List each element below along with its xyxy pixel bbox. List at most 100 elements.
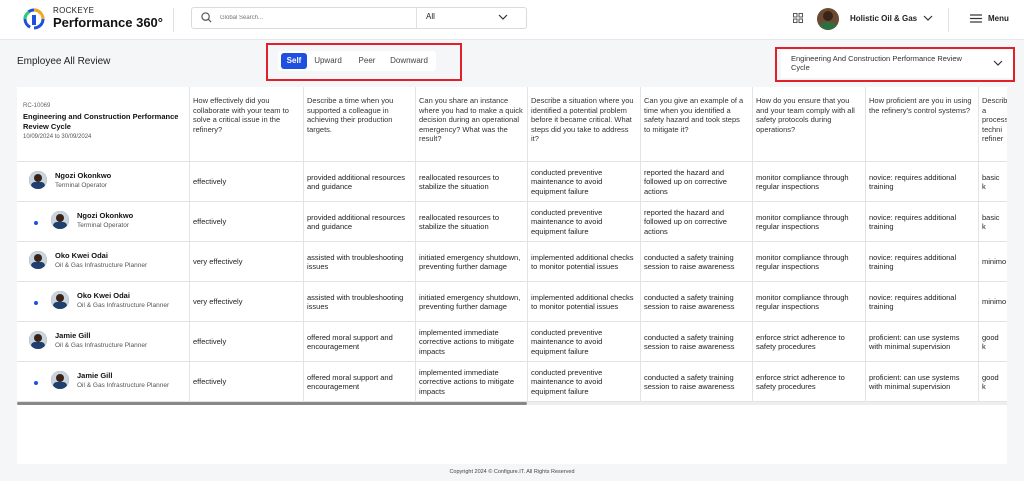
search-scope-select[interactable]: All bbox=[426, 12, 435, 21]
answer-cell: effectively bbox=[189, 362, 303, 402]
table-header: RC-10069 Engineering and Construction Pe… bbox=[17, 87, 1007, 162]
table-row[interactable]: Jamie Gill Oil & Gas Infrastructure Plann… bbox=[17, 322, 1007, 362]
employee-cell[interactable]: Oko Kwei Odai Oil & Gas Infrastructure Pl… bbox=[17, 242, 189, 282]
employee-role: Terminal Operator bbox=[77, 222, 130, 229]
answer-cell: minimo bbox=[978, 242, 1007, 282]
answer-cell: novice: requires additional training bbox=[865, 242, 978, 282]
employee-cell[interactable]: Ngozi Okonkwo Terminal Operator bbox=[17, 162, 189, 202]
employee-cell[interactable]: Jamie Gill Oil & Gas Infrastructure Plann… bbox=[17, 362, 189, 402]
answer-cell: reallocated resources to stabilize the s… bbox=[415, 202, 527, 242]
answer-cell: very effectively bbox=[189, 242, 303, 282]
review-cycle-select[interactable]: Engineering And Construction Performance… bbox=[781, 50, 1013, 78]
question-header: Describe a process techni refiner bbox=[978, 87, 1007, 162]
answer-cell: conducted preventive maintenance to avoi… bbox=[527, 322, 640, 362]
user-avatar[interactable] bbox=[817, 8, 839, 30]
employee-role: Terminal Operator bbox=[55, 182, 108, 189]
top-bar: ROCKEYE Performance 360° All Holistic Oi… bbox=[0, 0, 1024, 40]
employee-avatar bbox=[29, 331, 47, 349]
question-header: Describe a situation where you identifie… bbox=[527, 87, 640, 162]
employee-name: Ngozi Okonkwo bbox=[55, 171, 112, 180]
answer-cell: novice: requires additional training bbox=[865, 202, 978, 242]
answer-cell: monitor compliance through regular inspe… bbox=[752, 242, 865, 282]
table-row[interactable]: Ngozi Okonkwo Terminal Operator effectivel… bbox=[17, 162, 1007, 202]
answer-cell: proficient: can use systems with minimal… bbox=[865, 362, 978, 402]
employee-name: Oko Kwei Odai bbox=[77, 291, 130, 300]
chevron-down-icon[interactable] bbox=[993, 59, 1003, 67]
employee-name: Oko Kwei Odai bbox=[55, 251, 108, 260]
answer-cell: monitor compliance through regular inspe… bbox=[752, 282, 865, 322]
employee-avatar bbox=[51, 211, 69, 229]
answer-cell: conducted a safety training session to r… bbox=[640, 242, 752, 282]
answer-cell: provided additional resources and guidan… bbox=[303, 202, 415, 242]
answer-cell: implemented additional checks to monitor… bbox=[527, 242, 640, 282]
answer-cell: assisted with troubleshooting issues bbox=[303, 282, 415, 322]
footer-copyright: Copyright 2024 © Configure.IT. All Right… bbox=[449, 469, 575, 475]
answer-cell: monitor compliance through regular inspe… bbox=[752, 202, 865, 242]
brand[interactable]: ROCKEYE Performance 360° bbox=[53, 6, 163, 31]
question-header: How do you ensure that you and your team… bbox=[752, 87, 865, 162]
review-cycle-info: RC-10069 Engineering and Construction Pe… bbox=[17, 87, 189, 162]
search-icon bbox=[201, 12, 212, 23]
employee-name: Jamie Gill bbox=[77, 371, 113, 380]
answer-cell: assisted with troubleshooting issues bbox=[303, 242, 415, 282]
review-cycle-value: Engineering And Construction Performance… bbox=[791, 54, 962, 72]
tab-peer[interactable]: Peer bbox=[354, 53, 380, 69]
answer-cell: offered moral support and encouragement bbox=[303, 322, 415, 362]
question-header: How effectively did you collaborate with… bbox=[189, 87, 303, 162]
apps-grid-icon[interactable] bbox=[793, 13, 803, 23]
answer-cell: conducted preventive maintenance to avoi… bbox=[527, 362, 640, 402]
brand-main: Performance 360° bbox=[53, 15, 163, 30]
answer-cell: provided additional resources and guidan… bbox=[303, 162, 415, 202]
employee-avatar bbox=[29, 251, 47, 269]
search-divider bbox=[416, 8, 417, 28]
answer-cell: implemented additional checks to monitor… bbox=[527, 282, 640, 322]
brand-top: ROCKEYE bbox=[53, 6, 95, 15]
company-name[interactable]: Holistic Oil & Gas bbox=[850, 14, 917, 23]
search-input[interactable] bbox=[220, 11, 400, 25]
answer-cell: offered moral support and encouragement bbox=[303, 362, 415, 402]
answer-cell: minimo bbox=[978, 282, 1007, 322]
answer-cell: effectively bbox=[189, 322, 303, 362]
rockeye-logo-icon[interactable] bbox=[22, 7, 46, 31]
answer-cell: conducted a safety training session to r… bbox=[640, 322, 752, 362]
answer-cell: conducted preventive maintenance to avoi… bbox=[527, 202, 640, 242]
answer-cell: proficient: can use systems with minimal… bbox=[865, 322, 978, 362]
chevron-down-icon[interactable] bbox=[923, 14, 933, 22]
employee-cell[interactable]: Oko Kwei Odai Oil & Gas Infrastructure Pl… bbox=[17, 282, 189, 322]
answer-cell: implemented immediate corrective actions… bbox=[415, 322, 527, 362]
divider bbox=[948, 8, 949, 32]
table-row[interactable]: Oko Kwei Odai Oil & Gas Infrastructure Pl… bbox=[17, 282, 1007, 322]
tab-self[interactable]: Self bbox=[281, 53, 307, 69]
employee-cell[interactable]: Ngozi Okonkwo Terminal Operator bbox=[17, 202, 189, 242]
answer-cell: enforce strict adherence to safety proce… bbox=[752, 322, 865, 362]
answer-cell: conducted a safety training session to r… bbox=[640, 362, 752, 402]
scrollbar-thumb[interactable] bbox=[17, 402, 527, 405]
tab-upward[interactable]: Upward bbox=[311, 53, 345, 69]
divider bbox=[173, 8, 174, 32]
answer-cell: initiated emergency shutdown, preventing… bbox=[415, 242, 527, 282]
answer-cell: reported the hazard and followed up on c… bbox=[640, 202, 752, 242]
answer-cell: initiated emergency shutdown, preventing… bbox=[415, 282, 527, 322]
employee-avatar bbox=[29, 171, 47, 189]
hamburger-menu-icon[interactable] bbox=[970, 14, 982, 23]
answer-cell: good k bbox=[978, 322, 1007, 362]
answer-cell: novice: requires additional training bbox=[865, 282, 978, 322]
bullet-dot-icon bbox=[34, 221, 38, 225]
question-header: Can you give an example of a time when y… bbox=[640, 87, 752, 162]
answer-cell: monitor compliance through regular inspe… bbox=[752, 162, 865, 202]
employee-role: Oil & Gas Infrastructure Planner bbox=[77, 302, 170, 309]
table-row[interactable]: Jamie Gill Oil & Gas Infrastructure Plann… bbox=[17, 362, 1007, 402]
table-row[interactable]: Oko Kwei Odai Oil & Gas Infrastructure Pl… bbox=[17, 242, 1007, 282]
employee-cell[interactable]: Jamie Gill Oil & Gas Infrastructure Plann… bbox=[17, 322, 189, 362]
tab-downward[interactable]: Downward bbox=[386, 53, 432, 69]
review-cycle-title: Engineering and Construction Performance… bbox=[23, 112, 179, 131]
review-table: RC-10069 Engineering and Construction Pe… bbox=[17, 87, 1007, 464]
menu-button[interactable]: Menu bbox=[988, 14, 1009, 23]
answer-cell: effectively bbox=[189, 162, 303, 202]
answer-cell: conducted preventive maintenance to avoi… bbox=[527, 162, 640, 202]
table-row[interactable]: Ngozi Okonkwo Terminal Operator effectivel… bbox=[17, 202, 1007, 242]
employee-role: Oil & Gas Infrastructure Planner bbox=[55, 342, 148, 349]
employee-name: Jamie Gill bbox=[55, 331, 91, 340]
employee-avatar bbox=[51, 371, 69, 389]
chevron-down-icon[interactable] bbox=[498, 13, 508, 21]
